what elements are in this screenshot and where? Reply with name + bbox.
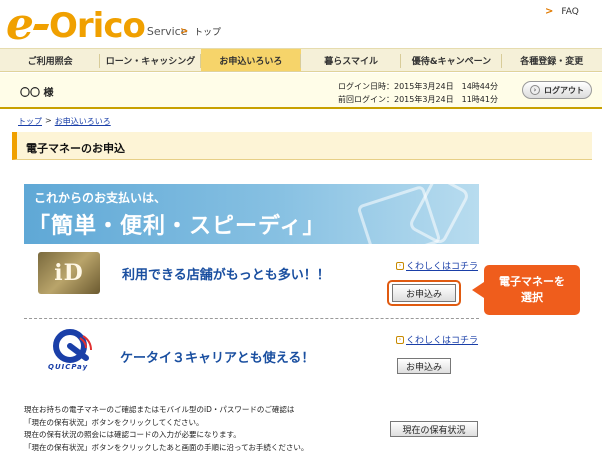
quicpay-apply-button[interactable]: お申込み <box>397 358 451 374</box>
breadcrumb-top-link[interactable]: トップ <box>18 116 42 127</box>
row-divider <box>24 318 479 319</box>
chevron-right-icon: › <box>396 261 404 270</box>
nav-item-label: ローン・キャッシング <box>105 56 196 67</box>
nav-item-label: 各種登録・変更 <box>520 56 584 67</box>
note-line: 現在お持ちの電子マネーのご確認またはモバイル型のiD・パスワードのご確認は <box>24 405 295 414</box>
callout-annotation: 電子マネーを 選択 <box>484 265 580 315</box>
quicpay-more-info[interactable]: › くわしくはコチラ <box>396 333 478 346</box>
nav-item-registration-change[interactable]: 各種登録・変更 <box>502 49 602 71</box>
callout-pointer <box>472 282 484 298</box>
note-line: 「現在の保有状況」ボタンをクリックしてください。 <box>24 417 204 427</box>
logo-dash <box>32 24 50 30</box>
id-logo: iD <box>38 252 100 294</box>
login-info: ログイン日時：2015年3月24日 14時44分 前回ログイン：2015年3月2… <box>338 80 498 106</box>
logout-button[interactable]: › ログアウト <box>522 81 592 99</box>
header-breadcrumb: > トップ <box>180 25 221 38</box>
id-headline: 利用できる店舗がもっとも多い！！ <box>122 268 330 283</box>
id-logo-text: iD <box>54 260 84 286</box>
id-apply-button[interactable]: お申込み <box>392 284 456 302</box>
faq-link[interactable]: > FAQ <box>545 6 579 17</box>
chevron-right-icon: > <box>545 6 554 17</box>
global-nav: ご利用照会 ローン・キャッシング お申込いろいろ 暮らスマイル 優待&キャンペー… <box>0 48 602 72</box>
nav-item-label: 暮らスマイル <box>324 56 379 67</box>
note-line: 「現在の保有状況」ボタンをクリックしたあと画面の手順に沿ってお手続ください。 <box>24 442 309 452</box>
faq-label: FAQ <box>561 6 579 17</box>
note-line: 現在の保有状況の照会には確認コードの入力が必要になります。 <box>24 430 241 439</box>
nav-item-label: お申込いろいろ <box>219 56 283 67</box>
holding-status-button[interactable]: 現在の保有状況 <box>390 421 478 437</box>
chevron-right-icon: › <box>396 335 404 344</box>
last-login-time: 前回ログイン：2015年3月24日 11時41分 <box>338 95 498 104</box>
breadcrumb-separator: > <box>45 116 52 125</box>
nav-item-usage-inquiry[interactable]: ご利用照会 <box>0 49 101 71</box>
page-title: 電子マネーのお申込 <box>26 142 125 155</box>
login-time: ログイン日時：2015年3月24日 14時44分 <box>338 82 498 91</box>
logout-icon: › <box>530 85 540 95</box>
id-more-link[interactable]: くわしくはコチラ <box>406 259 478 272</box>
nav-item-label: ご利用照会 <box>27 56 73 67</box>
callout-line1: 電子マネーを <box>499 275 565 288</box>
id-more-info[interactable]: › くわしくはコチラ <box>396 259 478 272</box>
nav-item-kurasmile[interactable]: 暮らスマイル <box>301 49 402 71</box>
emoney-banner: これからのお支払いは、 「簡単・便利・スピーディ」 <box>24 184 479 244</box>
quicpay-logo: QUICPay <box>46 328 98 374</box>
nav-item-label: 優待&キャンペーン <box>411 56 492 67</box>
quicpay-logo-text: QUICPay <box>48 363 89 371</box>
chevron-right-icon: > <box>180 25 189 37</box>
callout-line2: 選択 <box>521 291 543 304</box>
logo-e: e <box>6 0 34 50</box>
nav-item-applications[interactable]: お申込いろいろ <box>200 49 301 71</box>
header-breadcrumb-top: トップ <box>194 28 222 38</box>
user-bar <box>0 73 602 109</box>
breadcrumb: トップ > お申込いろいろ <box>18 116 111 127</box>
user-name: 〇〇 様 <box>20 88 54 99</box>
banner-line2: 「簡単・便利・スピーディ」 <box>28 214 326 239</box>
banner-line1: これからのお支払いは、 <box>34 191 167 205</box>
holding-status-note: 現在お持ちの電子マネーのご確認またはモバイル型のiD・パスワードのご確認は 「現… <box>24 404 364 454</box>
logout-label: ログアウト <box>544 85 584 95</box>
nav-item-loan-cashing[interactable]: ローン・キャッシング <box>100 49 201 71</box>
breadcrumb-current-link[interactable]: お申込いろいろ <box>55 116 111 127</box>
logo-orico: Orico <box>49 6 146 46</box>
orico-logo[interactable]: e Orico Service <box>6 0 188 50</box>
nav-item-benefits-campaign[interactable]: 優待&キャンペーン <box>401 49 502 71</box>
quicpay-more-link[interactable]: くわしくはコチラ <box>406 333 478 346</box>
quicpay-headline: ケータイ３キャリアとも使える！ <box>120 351 315 366</box>
